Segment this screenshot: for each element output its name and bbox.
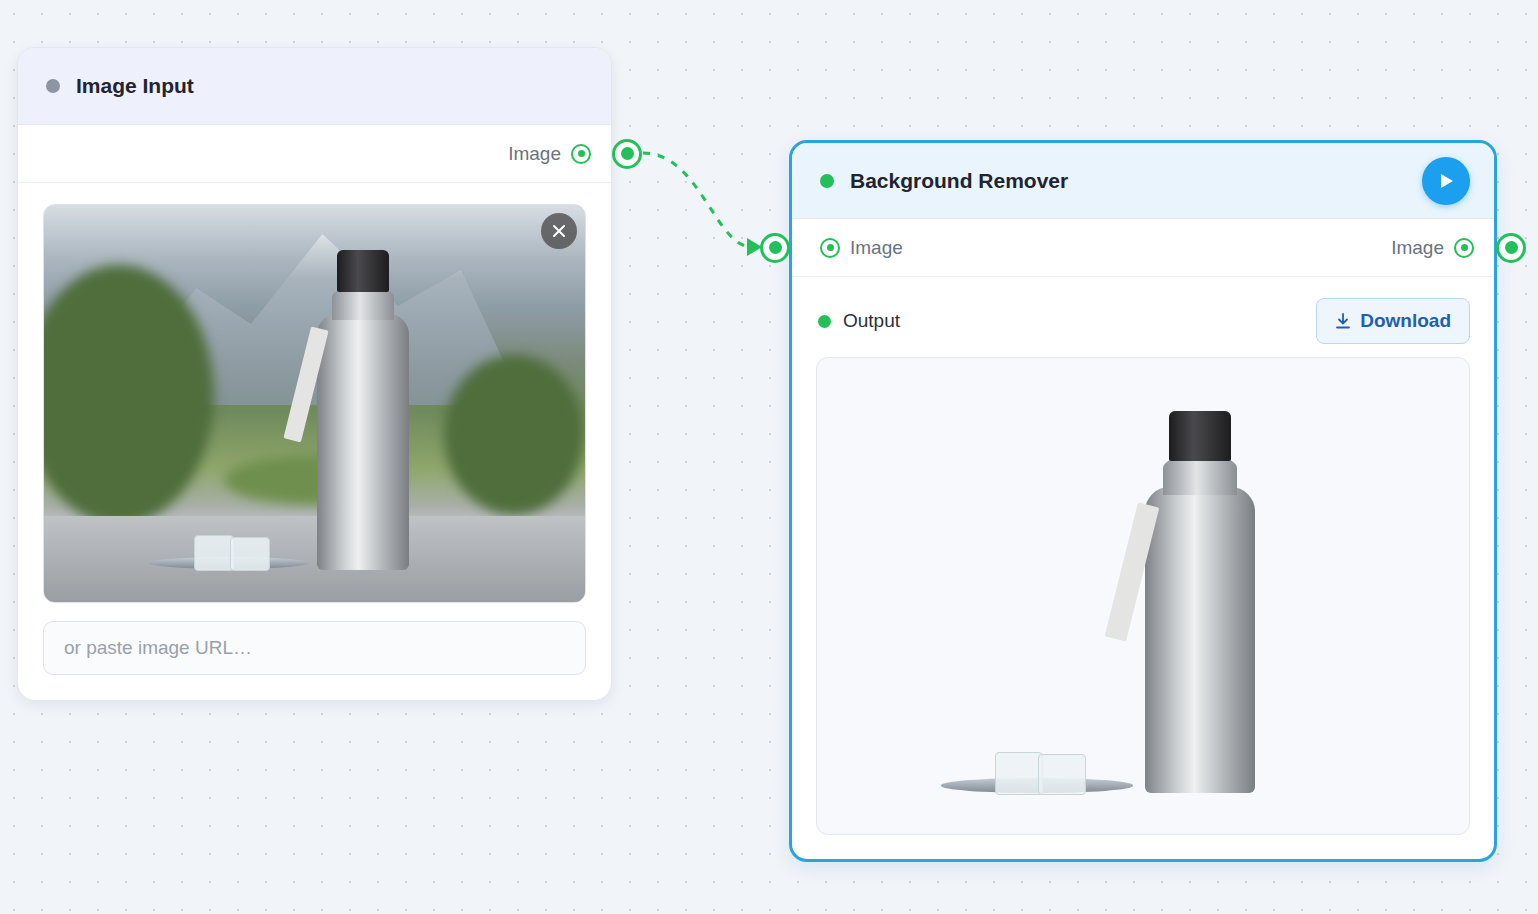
input-port-icon <box>820 238 840 258</box>
output-label: Image <box>1391 237 1444 259</box>
output-pin: Image <box>508 143 591 165</box>
ice-cube <box>995 752 1043 795</box>
output-row: Output Download <box>792 277 1494 357</box>
remove-image-button[interactable] <box>541 213 577 249</box>
input-port-handle[interactable] <box>760 233 790 263</box>
bottle <box>1145 411 1255 793</box>
bottle <box>317 250 409 570</box>
output-label: Output <box>843 310 900 332</box>
ice-cube <box>194 535 234 571</box>
node-header[interactable]: Background Remover <box>792 143 1494 219</box>
node-body: Image Input Image <box>18 48 611 700</box>
output-image <box>816 357 1470 835</box>
node-title: Image Input <box>76 74 587 98</box>
input-image <box>43 204 586 603</box>
bottle-cap <box>337 250 389 292</box>
bottle-cap <box>1169 411 1231 461</box>
node-body: Background Remover Image Image Output Downlo… <box>792 143 1494 859</box>
ice-cube <box>1038 754 1086 794</box>
background-remover-node[interactable]: Background Remover Image Image Output Downlo… <box>789 140 1497 862</box>
output-dot <box>818 315 831 328</box>
trees <box>444 355 584 515</box>
node-header[interactable]: Image Input <box>18 48 611 125</box>
image-input-node[interactable]: Image Input Image <box>17 47 612 701</box>
download-icon <box>1335 313 1351 329</box>
bottle-body <box>317 314 409 570</box>
port-row: Image <box>18 125 611 183</box>
port-row: Image Image <box>792 219 1494 277</box>
table-surface <box>44 516 585 602</box>
output-label: Image <box>508 143 561 165</box>
input-label: Image <box>850 237 903 259</box>
download-button[interactable]: Download <box>1316 298 1470 344</box>
image-url-input[interactable] <box>43 621 586 675</box>
output-pin: Image <box>1391 237 1474 259</box>
close-icon <box>552 224 566 238</box>
output-port-icon <box>571 144 591 164</box>
download-label: Download <box>1360 310 1451 332</box>
output-port-handle[interactable] <box>612 139 642 169</box>
status-dot <box>46 79 60 93</box>
status-dot <box>820 174 834 188</box>
input-pin: Image <box>820 237 903 259</box>
node-title: Background Remover <box>850 169 1406 193</box>
output-port-handle[interactable] <box>1496 233 1526 263</box>
play-icon <box>1438 172 1454 190</box>
bottle-neck <box>1163 457 1238 495</box>
run-button[interactable] <box>1422 157 1470 205</box>
ice-cube <box>230 537 270 571</box>
edge-line <box>643 153 752 247</box>
bottle-body <box>1145 487 1255 793</box>
bottle-neck <box>332 288 395 320</box>
output-port-icon <box>1454 238 1474 258</box>
